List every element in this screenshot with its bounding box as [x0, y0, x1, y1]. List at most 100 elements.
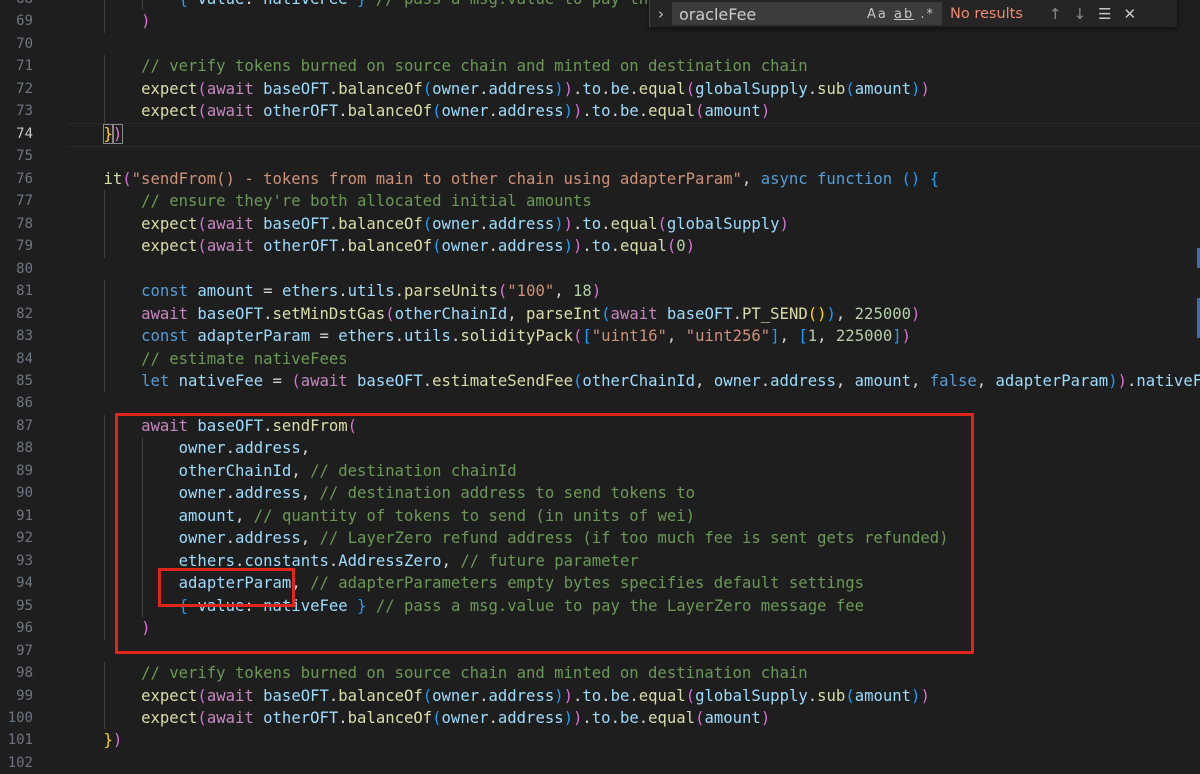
code-token: {: [179, 0, 198, 8]
code-token: .: [638, 709, 649, 727]
code-line[interactable]: 80: [0, 258, 1200, 280]
line-number: 80: [16, 260, 33, 277]
code-line[interactable]: 86: [0, 392, 1200, 414]
code-line[interactable]: 77 // ensure they're both allocated initi…: [0, 190, 1200, 213]
match-case-toggle[interactable]: Aa: [867, 7, 888, 22]
line-number: 76: [16, 170, 33, 187]
code-line[interactable]: 100 expect(await otherOFT.balanceOf(owner…: [0, 707, 1200, 730]
code-token: (: [122, 169, 132, 188]
code-token: to: [591, 709, 611, 727]
code-line[interactable]: 71 // verify tokens burned on source chai…: [0, 55, 1200, 78]
code-token: .: [573, 686, 583, 705]
code-token: baseOFT: [357, 371, 423, 390]
line-number: 70: [16, 35, 33, 52]
code-line[interactable]: 75: [0, 145, 1200, 167]
code-token: .: [610, 237, 620, 256]
code-token: expect: [141, 686, 198, 705]
line-number: 102: [7, 754, 33, 771]
code-token: amount: [704, 102, 761, 121]
code-line[interactable]: 98 // verify tokens burned on source chai…: [0, 662, 1200, 685]
code-text: await baseOFT.setMinDstGas(otherChainId,…: [141, 303, 920, 325]
line-number: 98: [16, 665, 33, 682]
code-token: (: [601, 304, 611, 323]
find-in-selection-icon[interactable]: ☰: [1098, 5, 1111, 23]
code-token: .: [629, 79, 639, 98]
code-token: .: [488, 237, 498, 256]
code-line[interactable]: 79 expect(await otherOFT.balanceOf(owner.…: [0, 235, 1200, 258]
code-token: address: [488, 79, 555, 98]
code-token: amount: [197, 282, 254, 301]
code-line[interactable]: 70: [0, 33, 1200, 55]
arrow-down-icon[interactable]: ↓: [1073, 5, 1086, 23]
find-options: Aa ab .*: [867, 3, 935, 26]
code-token: ,: [911, 371, 930, 390]
code-line[interactable]: 76 it("sendFrom() - tokens from main to o…: [0, 168, 1200, 190]
code-token: expect: [141, 79, 198, 98]
indent-guide: [104, 459, 105, 483]
code-text: expect(await otherOFT.balanceOf(owner.ad…: [141, 235, 695, 257]
code-token: ,: [741, 169, 761, 188]
line-number: 100: [7, 710, 33, 726]
code-token: .: [450, 327, 461, 346]
code-line[interactable]: 78 expect(await baseOFT.balanceOf(owner.a…: [0, 212, 1200, 236]
chevron-right-icon[interactable]: ›: [650, 5, 672, 23]
code-line[interactable]: 73 expect(await otherOFT.balanceOf(owner.…: [0, 100, 1200, 123]
code-line[interactable]: 81 const amount = ethers.utils.parseUnits…: [0, 280, 1200, 303]
code-line[interactable]: 72 expect(await baseOFT.balanceOf(owner.a…: [0, 77, 1200, 101]
code-token: balanceOf: [347, 237, 433, 256]
code-line[interactable]: 99 expect(await baseOFT.balanceOf(owner.a…: [0, 684, 1200, 707]
line-number: 93: [16, 552, 33, 569]
code-token: .: [582, 237, 592, 256]
code-token: adapterParam: [197, 327, 311, 346]
code-token: ): [573, 102, 583, 121]
close-icon[interactable]: ✕: [1124, 5, 1137, 23]
code-token: parseInt: [526, 304, 602, 323]
code-token: nativeFee: [178, 371, 264, 390]
code-token: utils: [347, 282, 395, 301]
code-token: .: [610, 709, 620, 727]
code-token: ): [111, 123, 124, 144]
line-number: 88: [16, 440, 33, 457]
indent-guide: [104, 572, 105, 595]
code-token: .: [610, 102, 620, 121]
code-token: nativeFee: [263, 0, 348, 8]
code-editor[interactable]: 68{ value: nativeFee } // pass a msg.val…: [0, 0, 1200, 774]
code-token: =: [263, 371, 292, 390]
code-token: (: [197, 237, 207, 256]
code-token: amount: [854, 686, 912, 705]
code-token: equal: [610, 214, 658, 233]
code-token: ,: [666, 327, 686, 346]
whole-word-toggle[interactable]: ab: [894, 7, 914, 22]
code-token: await: [141, 304, 198, 323]
code-token: to: [591, 237, 611, 256]
find-input[interactable]: oracleFee Aa ab .*: [672, 2, 942, 25]
code-line[interactable]: 74}): [0, 122, 1200, 148]
code-token: balanceOf: [338, 686, 423, 705]
code-line[interactable]: 84 // estimate nativeFees: [0, 347, 1200, 370]
code-token: (: [657, 214, 667, 233]
code-token: "uint16": [591, 327, 667, 346]
line-number: 84: [16, 350, 33, 367]
arrow-up-icon[interactable]: ↑: [1049, 5, 1062, 23]
code-token: ,: [507, 304, 527, 323]
code-token: (: [197, 214, 207, 233]
code-line[interactable]: 83 const adapterParam = ethers.utils.soli…: [0, 325, 1200, 348]
code-token: await: [206, 686, 264, 705]
code-line[interactable]: 85 let nativeFee = (await baseOFT.estimat…: [0, 369, 1200, 393]
code-line[interactable]: 82 await baseOFT.setMinDstGas(otherChainI…: [0, 302, 1200, 326]
regex-toggle[interactable]: .*: [920, 7, 935, 22]
code-token: equal: [638, 79, 686, 98]
code-line[interactable]: 102: [0, 752, 1200, 774]
code-token: 18: [573, 282, 592, 301]
code-token: to: [591, 102, 611, 121]
code-text: // verify tokens burned on source chain …: [141, 55, 808, 77]
code-text: it("sendFrom() - tokens from main to oth…: [104, 168, 940, 190]
code-token: (: [197, 79, 207, 98]
code-token: (: [197, 709, 207, 727]
code-text: expect(await baseOFT.balanceOf(owner.add…: [141, 685, 930, 707]
code-line[interactable]: 101}): [0, 729, 1200, 751]
code-token: .: [601, 214, 611, 233]
code-token: .: [582, 709, 592, 727]
highlight-box-sendfrom-call: [115, 413, 974, 654]
code-token: address: [497, 102, 564, 121]
